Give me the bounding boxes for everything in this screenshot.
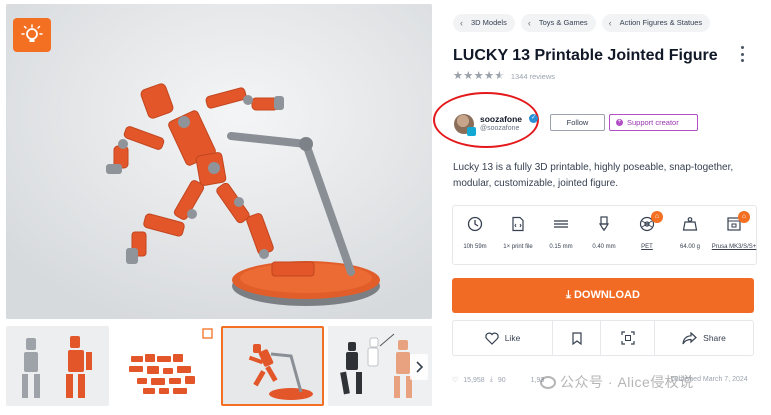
chevron-left-icon: ‹ [460, 18, 463, 28]
model-description: Lucky 13 is a fully 3D printable, highly… [453, 162, 734, 189]
spec-label: 0.15 mm [549, 244, 573, 250]
more-options-icon[interactable] [739, 46, 745, 62]
like-label: Like [504, 333, 521, 343]
spec-material[interactable]: ⌂ PET [628, 206, 666, 266]
author-name[interactable]: soozafone [480, 114, 522, 124]
breadcrumb: ‹ 3D Models ‹ Toys & Games ‹ Action Figures… [453, 14, 711, 32]
main-model-image[interactable] [6, 4, 432, 319]
chevron-right-icon[interactable] [410, 354, 428, 380]
breadcrumb-item-action-figures[interactable]: ‹ Action Figures & Statues [601, 14, 711, 32]
author-handle: @soozafone [480, 125, 520, 132]
share-icon [682, 331, 698, 344]
download-count-icon: ⤓ [489, 376, 493, 383]
rating-summary[interactable]: ★★★★★ ★★★★★ 1344 reviews [453, 71, 555, 82]
download-button[interactable]: ⤓ DOWNLOAD [452, 278, 754, 313]
breadcrumb-label: Action Figures & Statues [619, 18, 703, 27]
print-specs: 10h 59m 1× print file 0.15 mm 0.40 mm ⌂ … [452, 205, 757, 265]
page-title: LUCKY 13 Printable Jointed Figure [453, 47, 718, 64]
watermark-text: 公众号 · Alice侵权说 [560, 374, 694, 390]
spec-print-time: 10h 59m [456, 206, 494, 266]
breadcrumb-item-3d-models[interactable]: ‹ 3D Models [453, 14, 515, 32]
spec-nozzle: 0.40 mm [585, 206, 623, 266]
share-button[interactable]: Share [654, 321, 753, 355]
breadcrumb-item-toys-games[interactable]: ‹ Toys & Games [520, 14, 596, 32]
spec-print-files: 1× print file [499, 206, 537, 266]
spec-printer[interactable]: ⌂ Prusa MK3/S/S+ [712, 206, 756, 266]
share-label: Share [703, 333, 726, 343]
wechat-icon [540, 376, 556, 389]
spec-layer-height: 0.15 mm [542, 206, 580, 266]
nozzle-icon [598, 216, 610, 231]
lightbulb-icon[interactable] [13, 18, 51, 52]
file-icon [512, 216, 524, 232]
price-tag-icon: ⌂ [738, 211, 750, 223]
model-stats: ♡ 15,958 ⤓ 90 1,93 [452, 376, 544, 384]
heart-outline-icon: ♡ [452, 377, 459, 384]
star-rating: ★★★★★ ★★★★★ [453, 70, 505, 82]
support-creator-label: Support creator [627, 118, 679, 127]
reviews-count[interactable]: 1344 reviews [511, 72, 555, 81]
bookmark-icon [571, 331, 582, 345]
spec-label[interactable]: PET [624, 243, 670, 251]
clock-icon [467, 216, 483, 232]
ar-view-button[interactable] [600, 321, 654, 355]
plus-icon: + [616, 119, 623, 126]
spec-label: 64.00 g [679, 244, 701, 250]
heart-icon [485, 332, 499, 345]
thumbnail-action-figures[interactable] [328, 326, 432, 406]
weight-icon [682, 217, 698, 231]
thumbnail-grey-orange-figures[interactable] [6, 326, 109, 406]
spec-label[interactable]: Prusa MK3/S/S+ [711, 243, 757, 251]
chevron-left-icon: ‹ [608, 18, 612, 28]
support-creator-button[interactable]: + Support creator [609, 114, 698, 131]
star-rating-fill: ★★★★★ [453, 71, 500, 82]
like-button[interactable]: Like [453, 321, 552, 355]
download-label: DOWNLOAD [573, 289, 640, 301]
spec-label: 10h 59m [463, 244, 487, 250]
wechat-watermark: 公众号 · Alice侵权说 [540, 372, 694, 392]
spec-label: 1× print file [503, 244, 533, 250]
breadcrumb-label: Toys & Games [538, 18, 588, 27]
thumbnail-running-pose[interactable] [221, 326, 324, 406]
spec-label: 0.40 mm [592, 244, 616, 250]
ar-view-icon [620, 331, 635, 345]
model-info-panel: ‹ 3D Models ‹ Toys & Games ‹ Action Figures… [433, 0, 765, 415]
layer-height-icon [554, 220, 568, 228]
download-icon: ⤓ [566, 289, 574, 301]
verified-icon: ✓ [529, 114, 538, 123]
thumbnail-strip [6, 326, 432, 406]
action-bar: Like Share [452, 320, 754, 356]
printer-badge-icon [467, 127, 476, 136]
spec-weight: 64.00 g [671, 206, 709, 266]
bookmark-button[interactable] [552, 321, 600, 355]
follow-button[interactable]: Follow [550, 114, 605, 131]
price-tag-icon: ⌂ [651, 211, 663, 223]
jointed-figure-render [6, 4, 432, 319]
downloads-count: 90 [497, 376, 506, 384]
likes-count: 15,958 [463, 376, 485, 384]
thumbnail-print-plate-parts[interactable] [113, 326, 216, 406]
breadcrumb-label: 3D Models [471, 18, 507, 27]
chevron-left-icon: ‹ [527, 18, 531, 28]
